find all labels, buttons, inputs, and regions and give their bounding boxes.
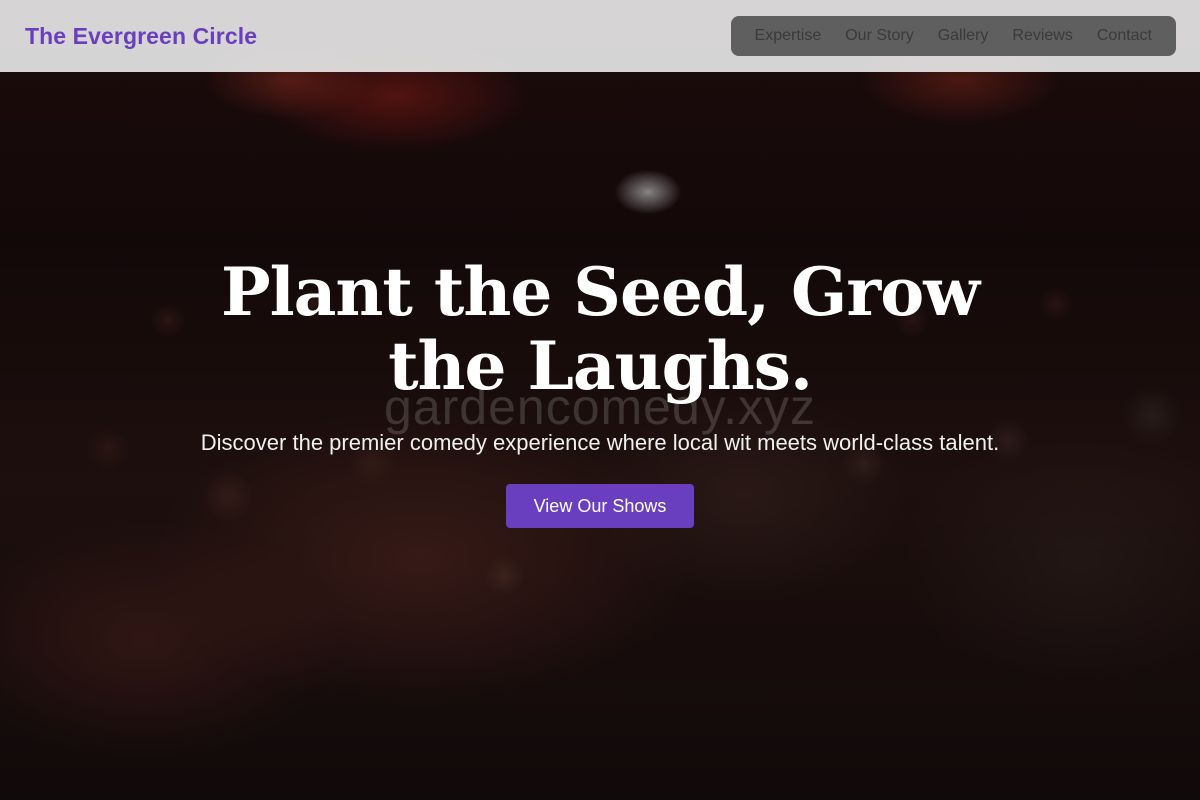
nav-link-expertise[interactable]: Expertise [743, 27, 834, 45]
nav-link-our-story[interactable]: Our Story [833, 27, 925, 45]
nav-link-reviews[interactable]: Reviews [1000, 27, 1084, 45]
nav-link-contact[interactable]: Contact [1085, 27, 1164, 45]
hero-section: Plant the Seed, Grow the Laughs. Discove… [0, 255, 1200, 528]
hero-title: Plant the Seed, Grow the Laughs. [220, 253, 980, 405]
hero-subtitle: Discover the premier comedy experience w… [200, 430, 1000, 455]
brand-logo[interactable]: The Evergreen Circle [25, 23, 257, 50]
view-shows-button[interactable]: View Our Shows [506, 484, 694, 528]
navbar: The Evergreen Circle Expertise Our Story… [0, 0, 1200, 72]
nav-link-gallery[interactable]: Gallery [926, 27, 1001, 45]
nav-menu: Expertise Our Story Gallery Reviews Cont… [730, 16, 1176, 56]
